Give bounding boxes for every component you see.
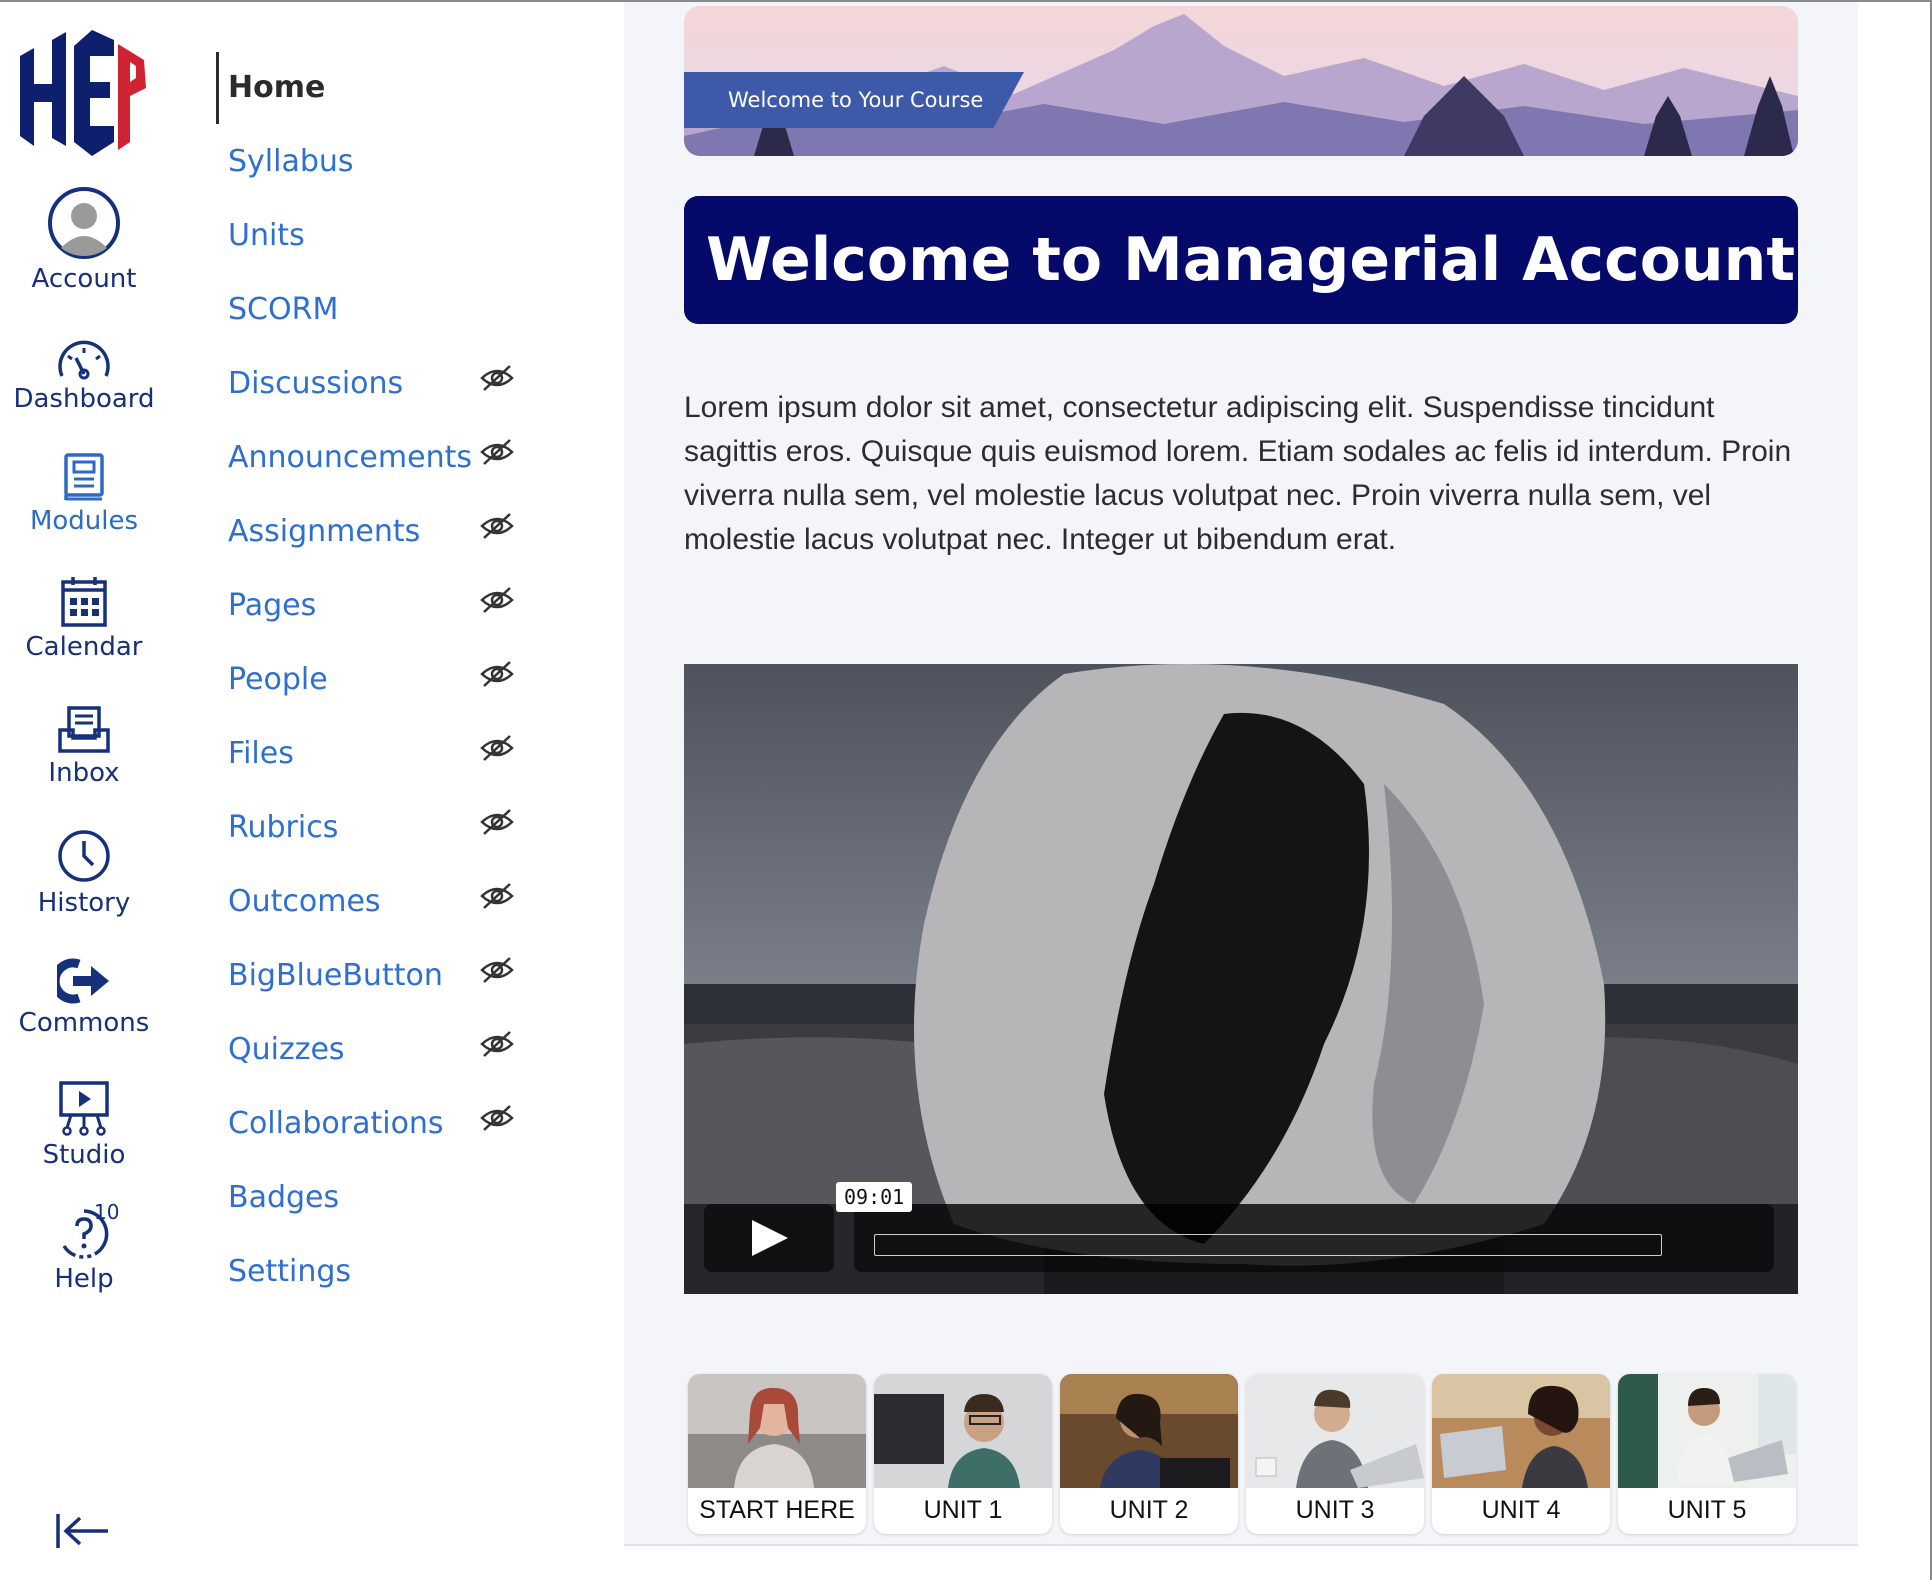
course-nav-units[interactable]: Units: [228, 218, 305, 253]
hep-logo[interactable]: [18, 26, 158, 160]
course-nav-outcomes[interactable]: Outcomes: [228, 884, 381, 919]
global-nav-commons[interactable]: Commons: [0, 958, 168, 1038]
course-nav-syllabus[interactable]: Syllabus: [228, 144, 354, 179]
unit-label: UNIT 2: [1109, 1496, 1189, 1524]
course-nav-rubrics[interactable]: Rubrics: [228, 810, 338, 845]
course-nav-badges[interactable]: Badges: [228, 1180, 339, 1215]
unit-label: UNIT 5: [1667, 1496, 1747, 1524]
global-nav-label: Studio: [42, 1140, 126, 1170]
progress-scrubber[interactable]: [874, 1234, 1662, 1256]
global-nav-label: Modules: [29, 506, 139, 536]
video-player[interactable]: 09:01: [684, 664, 1798, 1294]
active-indicator: [216, 52, 219, 124]
course-nav-announcements[interactable]: Announcements: [228, 440, 472, 475]
course-nav-discussions[interactable]: Discussions: [228, 366, 403, 401]
global-nav-dashboard[interactable]: Dashboard: [0, 340, 168, 414]
global-nav-calendar[interactable]: Calendar: [0, 576, 168, 662]
global-nav-label: Account: [31, 264, 137, 294]
commons-arrow-icon: [57, 958, 109, 1004]
course-nav-quizzes[interactable]: Quizzes: [228, 1032, 345, 1067]
course-nav-pages[interactable]: Pages: [228, 588, 316, 623]
inbox-icon: [58, 706, 110, 753]
hidden-eye-icon: [480, 957, 514, 983]
hidden-eye-icon: [480, 809, 514, 835]
play-button[interactable]: [704, 1204, 834, 1272]
unit-card-unit-4[interactable]: UNIT 4: [1432, 1374, 1610, 1534]
unit-card-unit-5[interactable]: UNIT 5: [1618, 1374, 1796, 1534]
unit-card-unit-3[interactable]: UNIT 3: [1246, 1374, 1424, 1534]
hidden-eye-icon: [480, 439, 514, 465]
course-nav-scorm[interactable]: SCORM: [228, 292, 338, 327]
global-nav-label: History: [37, 888, 131, 918]
course-banner: Welcome to Your Course: [684, 6, 1798, 156]
page-title: Welcome to Managerial Accounting: [684, 196, 1798, 324]
account-avatar-icon: [48, 187, 120, 259]
unit-photo: [874, 1374, 1052, 1488]
global-nav-label: Calendar: [25, 632, 143, 662]
modules-book-icon: [64, 453, 104, 501]
timeline-bar: [854, 1204, 1774, 1272]
unit-navigation-cards: START HERE UNIT 1 UNIT 2 UNIT 3 UNIT 4 U…: [688, 1374, 1798, 1534]
global-nav-help[interactable]: 10 Help: [0, 1200, 168, 1294]
intro-paragraph: Lorem ipsum dolor sit amet, consectetur …: [684, 391, 1792, 556]
course-nav-files[interactable]: Files: [228, 736, 294, 771]
hidden-eye-icon: [480, 661, 514, 687]
unit-photo: [1246, 1374, 1424, 1488]
help-badge-count: 10: [94, 1200, 120, 1224]
hidden-eye-icon: [480, 365, 514, 391]
course-home-content: Welcome to Your Course Welcome to Manage…: [624, 2, 1858, 1546]
collapse-nav-icon[interactable]: [54, 1510, 112, 1552]
unit-photo: [1060, 1374, 1238, 1488]
course-nav-assignments[interactable]: Assignments: [228, 514, 420, 549]
video-time-tooltip: 09:01: [836, 1182, 913, 1212]
course-nav-bigbluebutton[interactable]: BigBlueButton: [228, 958, 443, 993]
banner-label: Welcome to Your Course: [684, 72, 1024, 128]
course-nav-people[interactable]: People: [228, 662, 328, 697]
unit-label: START HERE: [699, 1496, 855, 1524]
global-nav-label: Commons: [18, 1008, 150, 1038]
unit-card-unit-2[interactable]: UNIT 2: [1060, 1374, 1238, 1534]
play-icon: [752, 1220, 788, 1256]
global-nav-modules[interactable]: Modules: [0, 452, 168, 536]
unit-label: UNIT 4: [1481, 1496, 1561, 1524]
studio-icon: [59, 1081, 109, 1136]
unit-card-unit-1[interactable]: UNIT 1: [874, 1374, 1052, 1534]
hidden-eye-icon: [480, 587, 514, 613]
dashboard-gauge-icon: [58, 340, 110, 380]
global-navigation: Account Dashboard Modules Calendar Inbox…: [0, 2, 168, 1580]
unit-photo: [688, 1374, 866, 1488]
global-nav-history[interactable]: History: [0, 828, 168, 918]
course-nav-settings[interactable]: Settings: [228, 1254, 351, 1289]
course-nav-home[interactable]: Home: [228, 70, 325, 105]
global-nav-account[interactable]: Account: [0, 186, 168, 294]
app-window: Account Dashboard Modules Calendar Inbox…: [0, 0, 1932, 1580]
global-nav-label: Inbox: [48, 758, 120, 788]
hidden-eye-icon: [480, 1105, 514, 1131]
hidden-eye-icon: [480, 883, 514, 909]
hidden-eye-icon: [480, 513, 514, 539]
course-navigation: Home Syllabus Units SCORM Discussions An…: [168, 2, 624, 1580]
unit-photo: [1618, 1374, 1796, 1488]
clock-icon: [58, 830, 110, 882]
global-nav-label: Help: [54, 1264, 114, 1294]
video-controls: 09:01: [704, 1182, 1774, 1272]
unit-label: UNIT 3: [1295, 1496, 1375, 1524]
unit-photo: [1432, 1374, 1610, 1488]
hidden-eye-icon: [480, 1031, 514, 1057]
unit-card-start-here[interactable]: START HERE: [688, 1374, 866, 1534]
global-nav-inbox[interactable]: Inbox: [0, 706, 168, 788]
global-nav-label: Dashboard: [13, 384, 155, 414]
global-nav-studio[interactable]: Studio: [0, 1080, 168, 1170]
calendar-icon: [61, 577, 107, 627]
course-nav-collaborations[interactable]: Collaborations: [228, 1106, 444, 1141]
unit-label: UNIT 1: [923, 1496, 1003, 1524]
hidden-eye-icon: [480, 735, 514, 761]
